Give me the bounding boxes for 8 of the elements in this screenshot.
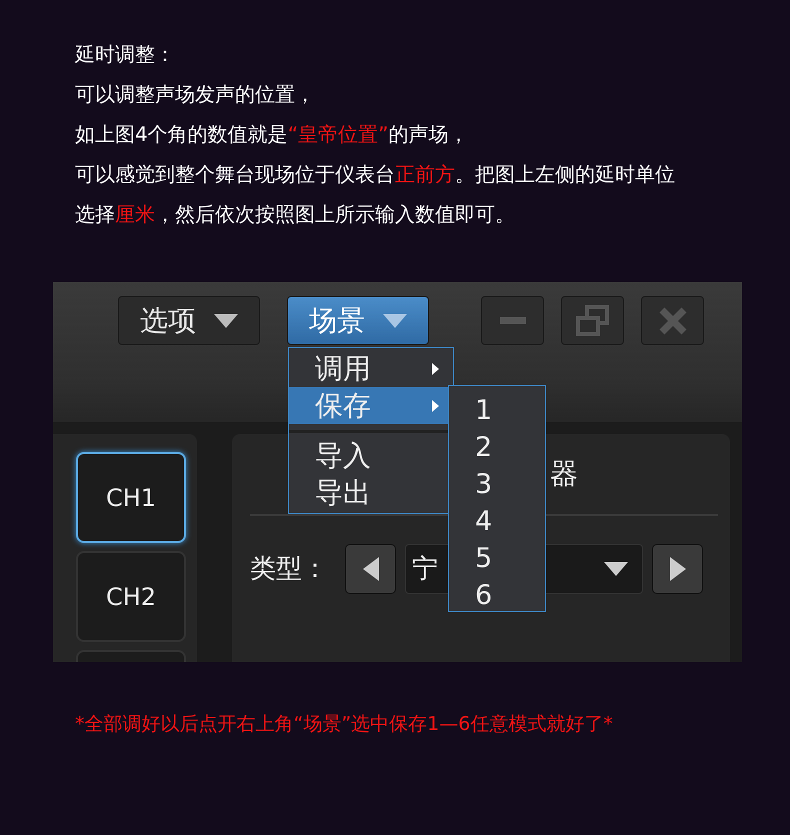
intro-text: 延时调整： [75, 41, 176, 68]
intro-text: 如上图4个角的数值就是“皇帝位置”的声场， [75, 121, 470, 148]
panel-title: 器 [550, 456, 578, 492]
intro-text: 选择厘米，然后依次按照图上所示输入数值即可。 [75, 201, 516, 228]
intro-text: 可以调整声场发声的位置， [75, 81, 316, 108]
intro-text: 可以感觉到整个舞台现场位于仪表台正前方。把图上左侧的延时单位 [75, 161, 676, 188]
type-label: 类型： [250, 552, 328, 586]
note-text: *全部调好以后点开右上角“场景”选中保存1—6任意模式就好了* [75, 712, 614, 737]
